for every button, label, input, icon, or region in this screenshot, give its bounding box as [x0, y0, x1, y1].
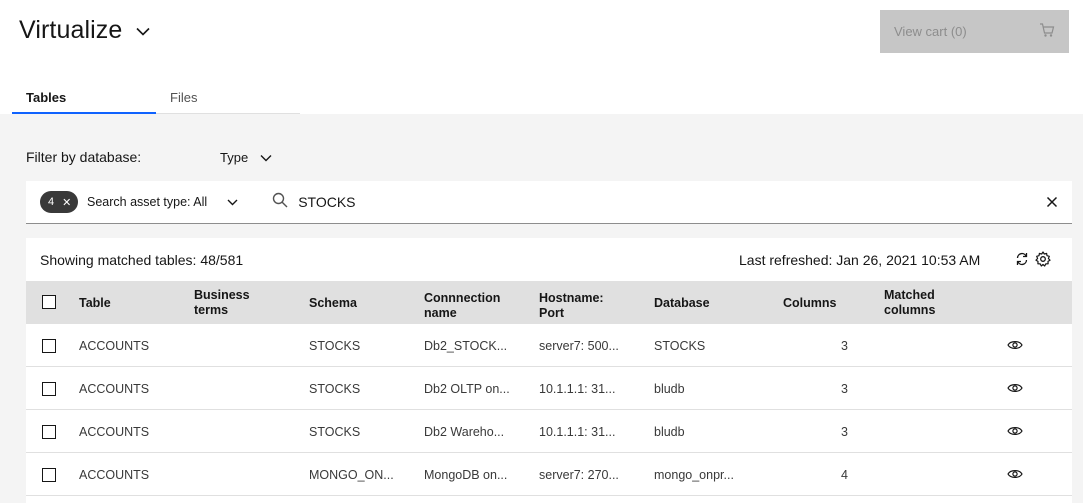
- chevron-down-icon: [227, 199, 238, 205]
- cell-columns: 4: [841, 468, 848, 482]
- eye-icon[interactable]: [1007, 467, 1023, 485]
- cell-database: bludb: [654, 425, 685, 439]
- cell-hostname-port: 10.1.1.1: 31...: [539, 425, 616, 439]
- cell-schema: STOCKS: [309, 382, 361, 396]
- eye-icon[interactable]: [1007, 381, 1023, 399]
- row-checkbox[interactable]: [42, 425, 56, 439]
- close-icon[interactable]: [1046, 195, 1058, 213]
- cell-database: mongo_onpr...: [654, 468, 734, 482]
- cell-schema: MONGO_ON...: [309, 468, 394, 482]
- chevron-down-icon: [136, 23, 150, 41]
- search-icon: [272, 192, 288, 213]
- cell-database: STOCKS: [654, 339, 706, 353]
- cell-table: ACCOUNTS: [79, 425, 150, 439]
- cell-schema: STOCKS: [309, 425, 361, 439]
- column-header-schema[interactable]: Schema: [309, 296, 357, 311]
- table-row[interactable]: ACCOUNTS STOCKS Db2_STOCK... server7: 50…: [26, 324, 1072, 367]
- row-checkbox[interactable]: [42, 339, 56, 353]
- table-row[interactable]: ACCOUNTS STOCKS Db2 OLTP on... 10.1.1.1:…: [26, 367, 1072, 410]
- cell-table: ACCOUNTS: [79, 468, 150, 482]
- row-checkbox[interactable]: [42, 468, 56, 482]
- tab-list: Tables Files: [12, 82, 300, 114]
- column-header-columns[interactable]: Columns: [783, 296, 836, 311]
- type-dropdown[interactable]: Type: [220, 150, 272, 165]
- view-cart-button[interactable]: View cart (0): [880, 10, 1069, 53]
- refresh-icon[interactable]: [1015, 252, 1029, 271]
- page-title-dropdown[interactable]: Virtualize: [19, 16, 150, 45]
- cell-hostname-port: server7: 500...: [539, 339, 619, 353]
- cell-connection: MongoDB on...: [424, 468, 508, 482]
- page-title: Virtualize: [19, 16, 123, 44]
- table-header: Table Business terms Schema Connnection …: [26, 281, 1072, 324]
- cell-schema: STOCKS: [309, 339, 361, 353]
- column-header-hostname-port[interactable]: Hostname: Port: [539, 291, 609, 321]
- tab-tables-label: Tables: [26, 90, 67, 105]
- select-all-checkbox[interactable]: [42, 295, 56, 309]
- main-content: Filter by database: Type 4 ✕ Search asse…: [0, 114, 1083, 503]
- column-header-matched-columns[interactable]: Matched columns: [884, 288, 954, 318]
- top-bar: Virtualize View cart (0) Tables Files: [0, 0, 1083, 114]
- cart-icon: [1039, 22, 1055, 41]
- cell-connection: Db2 OLTP on...: [424, 382, 510, 396]
- cell-table: ACCOUNTS: [79, 339, 150, 353]
- asset-type-label: Search asset type: All: [87, 195, 208, 209]
- results-table-panel: Showing matched tables: 48/581 Last refr…: [26, 238, 1072, 503]
- view-cart-label: View cart (0): [894, 24, 967, 39]
- close-icon[interactable]: ✕: [62, 196, 71, 209]
- row-checkbox[interactable]: [42, 382, 56, 396]
- type-dropdown-label: Type: [220, 150, 249, 165]
- column-header-connection-name[interactable]: Connnection name: [424, 291, 504, 321]
- cell-columns: 3: [841, 425, 848, 439]
- cell-hostname-port: 10.1.1.1: 31...: [539, 382, 616, 396]
- column-header-database[interactable]: Database: [654, 296, 710, 311]
- asset-type-dropdown[interactable]: Search asset type: All: [87, 195, 238, 209]
- chevron-down-icon: [260, 154, 272, 161]
- cell-columns: 3: [841, 382, 848, 396]
- eye-icon[interactable]: [1007, 424, 1023, 442]
- filter-label: Filter by database:: [26, 149, 142, 165]
- tab-tables[interactable]: Tables: [12, 82, 156, 114]
- matched-count-text: Showing matched tables: 48/581: [40, 252, 244, 268]
- tab-files-label: Files: [170, 90, 198, 105]
- last-refreshed-text: Last refreshed: Jan 26, 2021 10:53 AM: [739, 252, 981, 268]
- column-header-table[interactable]: Table: [79, 296, 111, 311]
- cell-columns: 3: [841, 339, 848, 353]
- settings-icon[interactable]: [1035, 251, 1051, 272]
- cell-database: bludb: [654, 382, 685, 396]
- eye-icon[interactable]: [1007, 338, 1023, 356]
- search-input[interactable]: [298, 194, 999, 210]
- cell-connection: Db2 Wareho...: [424, 425, 505, 439]
- cell-hostname-port: server7: 270...: [539, 468, 619, 482]
- filter-count: 4: [48, 196, 55, 208]
- table-row[interactable]: ACCOUNTS STOCKS Db2 Wareho... 10.1.1.1: …: [26, 410, 1072, 453]
- filter-count-tag[interactable]: 4 ✕: [40, 191, 78, 213]
- column-header-business-terms[interactable]: Business terms: [194, 288, 264, 318]
- tab-files[interactable]: Files: [156, 82, 300, 114]
- table-row[interactable]: ACCOUNTS MONGO_ON... MongoDB on... serve…: [26, 453, 1072, 496]
- cell-table: ACCOUNTS: [79, 382, 150, 396]
- cell-connection: Db2_STOCK...: [424, 339, 508, 353]
- search-bar: 4 ✕ Search asset type: All: [26, 181, 1072, 224]
